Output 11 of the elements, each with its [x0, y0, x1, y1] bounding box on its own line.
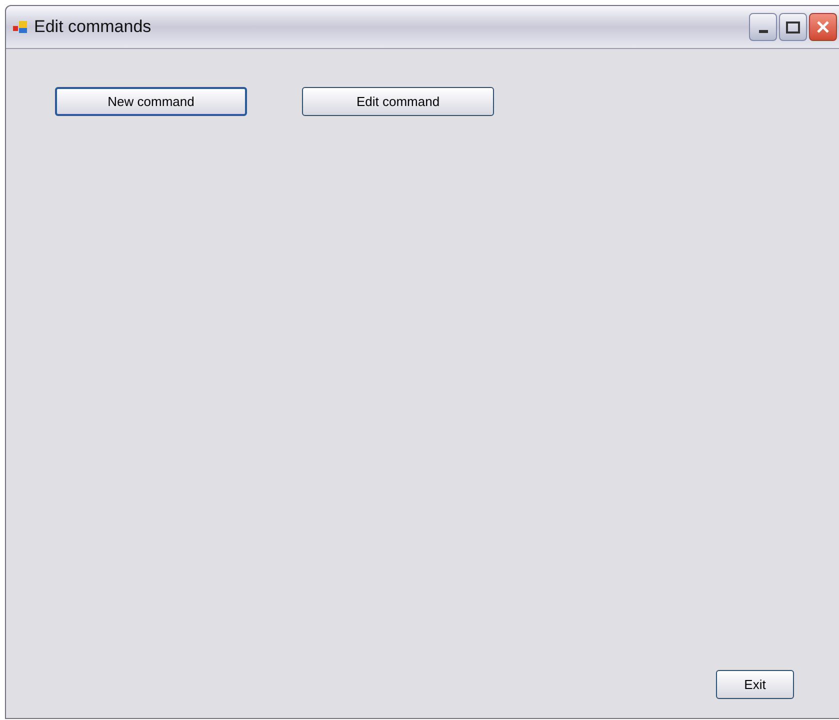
window-title: Edit commands — [34, 16, 152, 38]
minimize-button[interactable] — [749, 13, 777, 41]
maximize-icon — [786, 20, 800, 34]
app-icon — [12, 19, 28, 35]
push-button[interactable]: Exit — [716, 670, 794, 699]
push-button[interactable]: Edit command — [302, 87, 494, 116]
maximize-button[interactable] — [779, 13, 807, 41]
minimize-icon — [758, 30, 768, 33]
close-icon — [816, 20, 830, 34]
push-button[interactable]: New command — [55, 87, 247, 116]
close-button[interactable] — [809, 13, 837, 41]
